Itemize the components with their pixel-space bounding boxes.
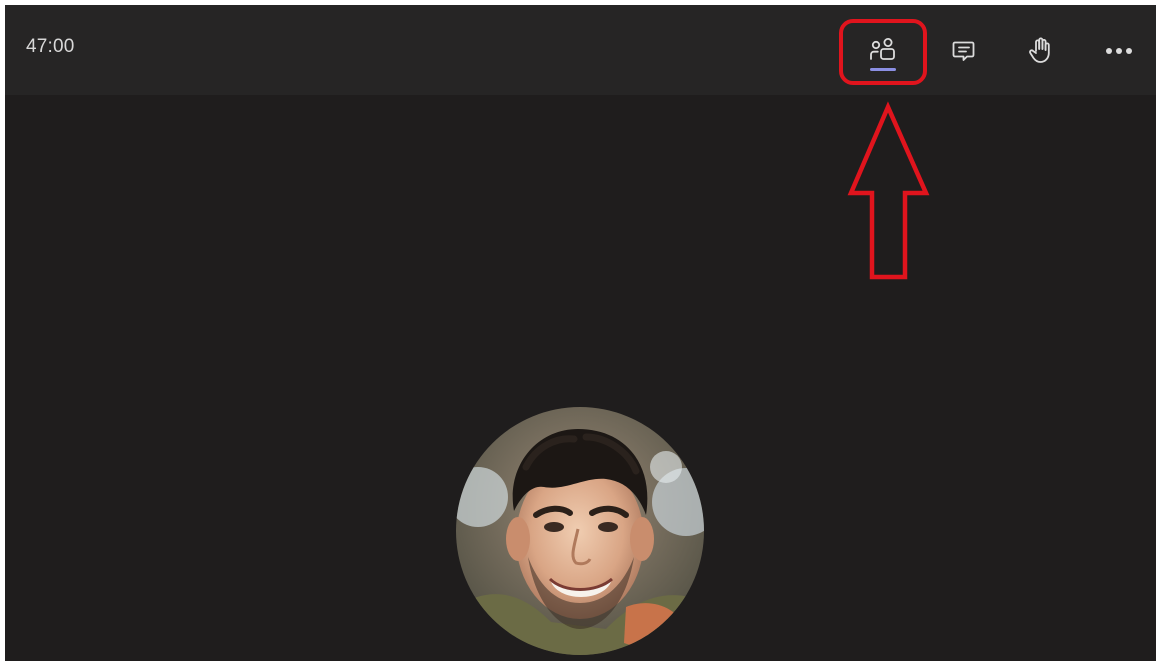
raise-hand-icon xyxy=(1027,36,1055,66)
more-options-button[interactable] xyxy=(1095,29,1143,73)
meeting-timer: 47:00 xyxy=(26,36,75,57)
participant-avatar[interactable] xyxy=(456,407,704,655)
meeting-window: 47:00 xyxy=(5,5,1156,661)
annotation-highlight-box xyxy=(839,19,927,85)
chat-button[interactable] xyxy=(940,29,988,73)
chat-icon xyxy=(951,38,977,64)
meeting-toolbar: 47:00 xyxy=(5,5,1156,95)
raise-hand-button[interactable] xyxy=(1017,29,1065,73)
participant-photo-icon xyxy=(456,407,704,655)
more-options-icon xyxy=(1104,46,1134,56)
video-stage xyxy=(5,95,1156,661)
